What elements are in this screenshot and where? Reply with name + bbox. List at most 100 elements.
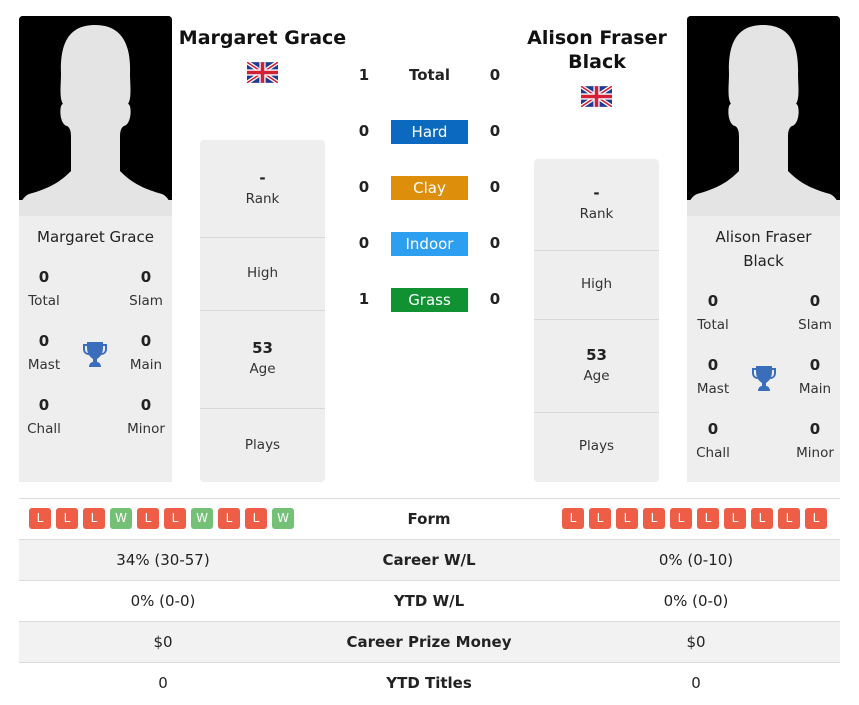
title-value: 0 bbox=[809, 420, 821, 438]
player1-ytd-titles: 0 bbox=[158, 674, 168, 692]
player2-card-name-line2: Black bbox=[743, 252, 784, 270]
player1-name-heading[interactable]: Margaret Grace bbox=[172, 26, 353, 50]
form-loss-badge[interactable]: L bbox=[562, 508, 584, 529]
title-label: Slam bbox=[798, 317, 832, 333]
rank-label: Rank bbox=[245, 191, 280, 207]
player1-title-slam: 0 Slam bbox=[116, 267, 176, 311]
player1-plays: Plays bbox=[200, 409, 325, 482]
rank-label: Rank bbox=[579, 206, 614, 222]
h2h-label-indoor: Indoor bbox=[391, 232, 468, 256]
player1-high: High bbox=[200, 238, 325, 311]
player2-name-line1: Alison Fraser bbox=[527, 27, 667, 49]
uk-flag-icon bbox=[581, 86, 612, 107]
form-loss-badge[interactable]: L bbox=[245, 508, 267, 529]
h2h-p1-indoor: 0 bbox=[358, 234, 370, 252]
player1-title-chall: 0 Chall bbox=[14, 395, 74, 439]
player2-career-wl: 0% (0-10) bbox=[658, 551, 734, 569]
age-value: 53 bbox=[252, 339, 273, 357]
form-loss-badge[interactable]: L bbox=[751, 508, 773, 529]
player2-plays: Plays bbox=[534, 413, 659, 482]
row-ytd-wl: 0% (0-0) YTD W/L 0% (0-0) bbox=[19, 580, 840, 621]
player2-career-prize: $0 bbox=[686, 633, 706, 651]
form-loss-badge[interactable]: L bbox=[137, 508, 159, 529]
rank-value: - bbox=[593, 184, 600, 202]
h2h-label-grass: Grass bbox=[391, 288, 468, 312]
title-value: 0 bbox=[140, 268, 152, 286]
h2h-p2-total: 0 bbox=[489, 66, 501, 84]
player2-title-mast: 0 Mast bbox=[683, 355, 743, 399]
form-loss-badge[interactable]: L bbox=[697, 508, 719, 529]
form-loss-badge[interactable]: L bbox=[56, 508, 78, 529]
row-career-wl: 34% (30-57) Career W/L 0% (0-10) bbox=[19, 539, 840, 580]
player1-title-minor: 0 Minor bbox=[116, 395, 176, 439]
form-loss-badge[interactable]: L bbox=[670, 508, 692, 529]
player2-card-name: Alison Fraser Black bbox=[687, 225, 840, 273]
form-loss-badge[interactable]: L bbox=[805, 508, 827, 529]
form-loss-badge[interactable]: L bbox=[643, 508, 665, 529]
player2-form: LLLLLLLLLL bbox=[562, 508, 827, 529]
h2h-p1-hard: 0 bbox=[358, 122, 370, 140]
title-value: 0 bbox=[809, 292, 821, 310]
player1-card-name: Margaret Grace bbox=[37, 228, 154, 246]
player2-titles-card: Alison Fraser Black 0 Total 0 Slam 0 Mas… bbox=[687, 216, 840, 482]
player2-ytd-titles: 0 bbox=[691, 674, 701, 692]
title-label: Chall bbox=[696, 445, 730, 461]
player1-info-card: - Rank High 53 Age Plays bbox=[200, 140, 325, 482]
title-label: Slam bbox=[129, 293, 163, 309]
player2-title-chall: 0 Chall bbox=[683, 419, 743, 463]
player2-photo bbox=[687, 16, 840, 216]
player1-title-main: 0 Main bbox=[116, 331, 176, 375]
title-value: 0 bbox=[140, 332, 152, 350]
player2-age: 53 Age bbox=[534, 320, 659, 413]
age-value: 53 bbox=[586, 346, 607, 364]
title-value: 0 bbox=[707, 420, 719, 438]
form-loss-badge[interactable]: L bbox=[164, 508, 186, 529]
form-loss-badge[interactable]: L bbox=[589, 508, 611, 529]
h2h-p2-clay: 0 bbox=[489, 178, 501, 196]
form-loss-badge[interactable]: L bbox=[29, 508, 51, 529]
high-label: High bbox=[580, 276, 613, 292]
title-label: Mast bbox=[696, 381, 730, 397]
h2h-p2-indoor: 0 bbox=[489, 234, 501, 252]
title-value: 0 bbox=[809, 356, 821, 374]
title-label: Minor bbox=[796, 445, 834, 461]
player1-title-total: 0 Total bbox=[14, 267, 74, 311]
player2-title-slam: 0 Slam bbox=[785, 291, 845, 335]
player1-career-prize: $0 bbox=[153, 633, 173, 651]
title-value: 0 bbox=[38, 332, 50, 350]
form-loss-badge[interactable]: L bbox=[218, 508, 240, 529]
form-win-badge[interactable]: W bbox=[110, 508, 132, 529]
form-label: Form bbox=[407, 510, 451, 528]
title-value: 0 bbox=[38, 268, 50, 286]
ytd-wl-label: YTD W/L bbox=[393, 592, 465, 610]
career-prize-label: Career Prize Money bbox=[346, 633, 512, 651]
high-label: High bbox=[246, 265, 279, 281]
form-win-badge[interactable]: W bbox=[272, 508, 294, 529]
age-label: Age bbox=[583, 368, 610, 384]
player2-title-main: 0 Main bbox=[785, 355, 845, 399]
h2h-p1-total: 1 bbox=[358, 66, 370, 84]
plays-label: Plays bbox=[244, 437, 281, 453]
player2-card-name-line1: Alison Fraser bbox=[715, 228, 812, 246]
player2-info-card: - Rank High 53 Age Plays bbox=[534, 159, 659, 482]
trophy-icon bbox=[83, 342, 107, 367]
form-loss-badge[interactable]: L bbox=[724, 508, 746, 529]
title-value: 0 bbox=[707, 292, 719, 310]
row-form: LLLWLLWLLW Form LLLLLLLLLL bbox=[19, 498, 840, 539]
ytd-titles-label: YTD Titles bbox=[386, 674, 472, 692]
player1-titles-card: Margaret Grace 0 Total 0 Slam 0 Mast 0 M… bbox=[19, 216, 172, 482]
form-loss-badge[interactable]: L bbox=[616, 508, 638, 529]
h2h-label-hard: Hard bbox=[391, 120, 468, 144]
form-win-badge[interactable]: W bbox=[191, 508, 213, 529]
form-loss-badge[interactable]: L bbox=[778, 508, 800, 529]
row-ytd-titles: 0 YTD Titles 0 bbox=[19, 662, 840, 703]
player1-ytd-wl: 0% (0-0) bbox=[130, 592, 196, 610]
player2-name-heading[interactable]: Alison Fraser Black bbox=[516, 26, 678, 74]
h2h-p1-grass: 1 bbox=[358, 290, 370, 308]
player1-age: 53 Age bbox=[200, 311, 325, 409]
form-loss-badge[interactable]: L bbox=[83, 508, 105, 529]
title-label: Mast bbox=[27, 357, 61, 373]
player2-title-minor: 0 Minor bbox=[785, 419, 845, 463]
player1-career-wl: 34% (30-57) bbox=[116, 551, 210, 569]
h2h-label-clay: Clay bbox=[391, 176, 468, 200]
